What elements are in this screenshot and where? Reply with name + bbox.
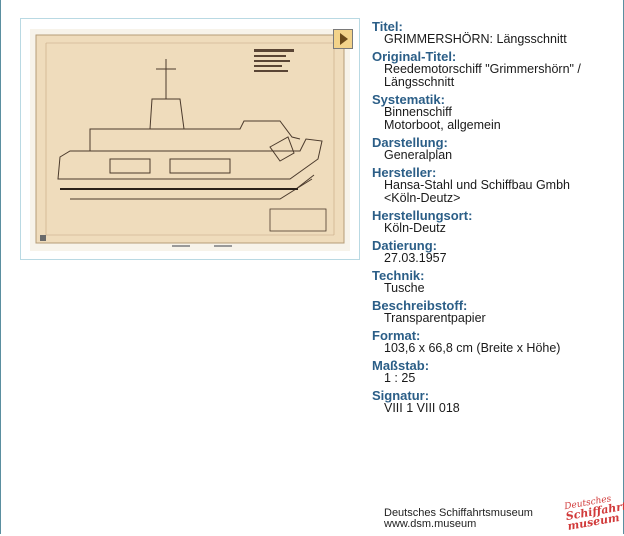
- field-technik: Technik: Tusche: [372, 269, 612, 295]
- field-datierung: Datierung: 27.03.1957: [372, 239, 612, 265]
- field-signatur: Signatur: VIII 1 VIII 018: [372, 389, 612, 415]
- field-titel: Titel: GRIMMERSHÖRN: Längsschnitt: [372, 20, 612, 46]
- field-value: Tusche: [384, 281, 425, 295]
- image-thumbnail-frame[interactable]: [20, 18, 360, 260]
- field-hersteller: Hersteller: Hansa-Stahl und Schiffbau Gm…: [372, 166, 612, 205]
- field-value: Köln-Deutz: [384, 221, 446, 235]
- field-value: Generalplan: [384, 148, 453, 162]
- museum-credit: Deutsches Schiffahrtsmuseum www.dsm.muse…: [384, 508, 533, 530]
- field-format: Format: 103,6 x 66,8 cm (Breite x Höhe): [372, 329, 612, 355]
- field-systematik: Systematik: Binnenschiff Motorboot, allg…: [372, 93, 612, 132]
- field-value: Motorboot, allgemein: [384, 118, 501, 132]
- field-value: 1 : 25: [384, 371, 416, 385]
- field-value: GRIMMERSHÖRN: Längsschnitt: [384, 32, 567, 46]
- ship-plan-image[interactable]: [30, 29, 350, 251]
- field-value: 103,6 x 66,8 cm (Breite x Höhe): [384, 341, 561, 355]
- field-value: Transparentpapier: [384, 311, 486, 325]
- field-value: Längsschnitt: [384, 75, 455, 89]
- field-value: VIII 1 VIII 018: [384, 401, 460, 415]
- field-original-titel: Original-Titel: Reedemotorschiff "Grimme…: [372, 50, 612, 89]
- field-massstab: Maßstab: 1 : 25: [372, 359, 612, 385]
- play-triangle-icon: [340, 33, 348, 45]
- field-beschreibstoff: Beschreibstoff: Transparentpapier: [372, 299, 612, 325]
- field-value: 27.03.1957: [384, 251, 447, 265]
- play-slideshow-button[interactable]: [333, 29, 353, 49]
- record-metadata: Titel: GRIMMERSHÖRN: Längsschnitt Origin…: [372, 20, 612, 419]
- field-herstellungsort: Herstellungsort: Köln-Deutz: [372, 209, 612, 235]
- field-value: <Köln-Deutz>: [384, 191, 461, 205]
- field-darstellung: Darstellung: Generalplan: [372, 136, 612, 162]
- museum-url[interactable]: www.dsm.museum: [384, 519, 533, 530]
